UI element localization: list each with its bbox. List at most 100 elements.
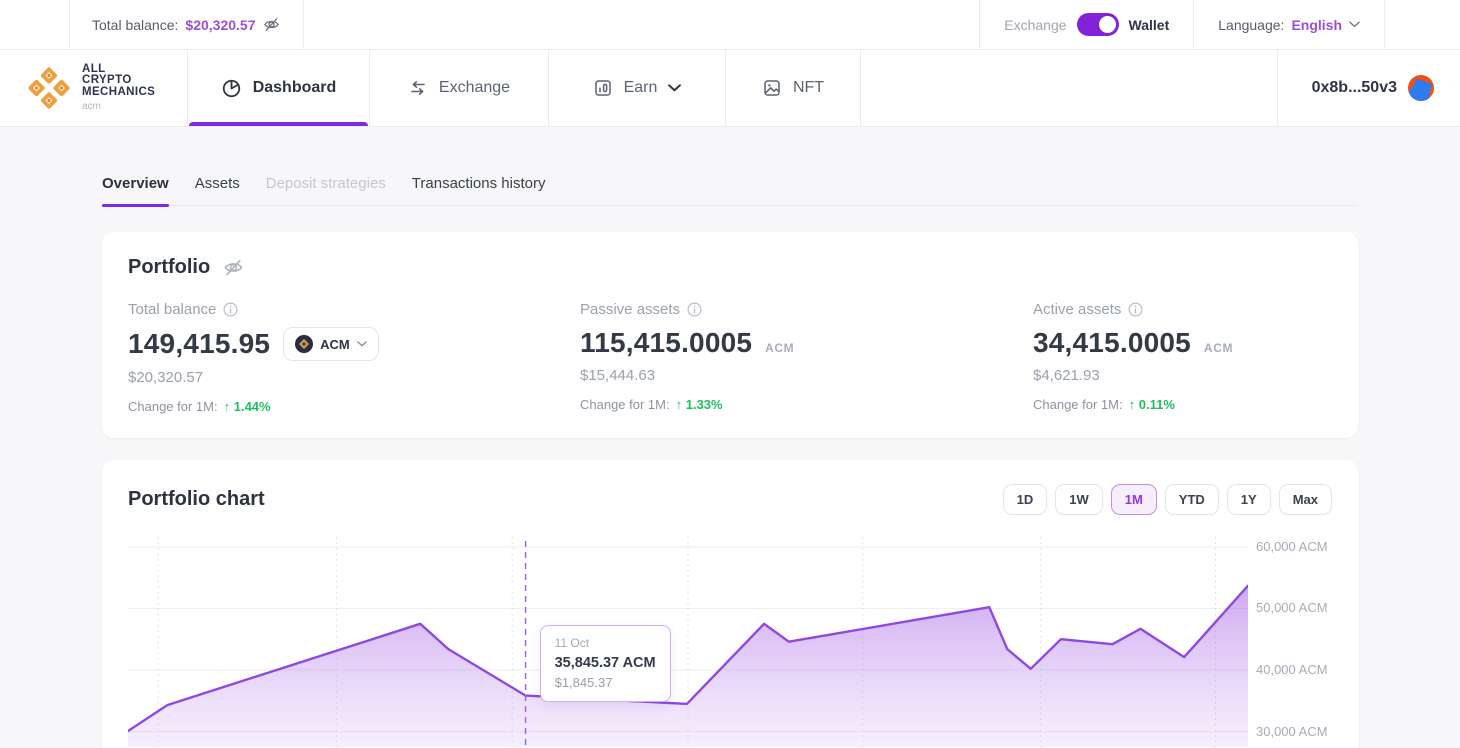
nft-image-icon (762, 78, 782, 98)
eye-off-icon[interactable] (262, 15, 281, 34)
swap-arrows-icon (408, 78, 428, 98)
total-balance-column: Total balance 149,415.95 ACM (128, 301, 580, 414)
column-label: Passive assets (580, 301, 680, 318)
y-axis-tick-label: 40,000 ACM (1256, 662, 1328, 677)
active-usd: $4,621.93 (1033, 367, 1332, 384)
portfolio-chart: 11 Oct 35,845.37 ACM $1,845.37 60,000 AC… (128, 537, 1332, 747)
language-value: English (1291, 17, 1342, 33)
toggle-exchange-label[interactable]: Exchange (1004, 17, 1066, 33)
tab-label: Deposit strategies (266, 175, 386, 192)
main-nav: ALL CRYPTO MECHANICS acm Dashboard Excha… (0, 50, 1460, 127)
brand-sub: acm (82, 101, 155, 112)
topbar-right-spacer (1385, 0, 1460, 49)
currency-selector-value: ACM (320, 337, 350, 352)
tab-label: Transactions history (412, 175, 546, 192)
eye-off-icon[interactable] (222, 256, 245, 279)
nav-item-dashboard[interactable]: Dashboard (188, 50, 370, 126)
chart-title: Portfolio chart (128, 488, 265, 511)
range-button-ytd[interactable]: YTD (1165, 484, 1219, 515)
range-button-1y[interactable]: 1Y (1227, 484, 1271, 515)
portfolio-chart-svg (128, 537, 1248, 747)
chart-plot-area[interactable]: 11 Oct 35,845.37 ACM $1,845.37 (128, 537, 1248, 747)
tooltip-date: 11 Oct (555, 636, 656, 650)
change-label: Change for 1M: (128, 399, 218, 414)
top-utility-bar: Total balance: $20,320.57 Exchange Walle… (0, 0, 1460, 50)
tooltip-acm-value: 35,845.37 ACM (555, 655, 656, 671)
topbar-total-balance: Total balance: $20,320.57 (70, 0, 304, 49)
earn-chart-icon (593, 78, 613, 98)
acm-token-icon (295, 335, 313, 353)
nav-item-label: Exchange (439, 79, 510, 97)
active-assets-column: Active assets 34,415.0005 ACM $4,621.93 … (1033, 301, 1332, 414)
nav-item-label: Earn (624, 79, 658, 97)
language-label: Language: (1218, 17, 1284, 33)
tab-transactions-history[interactable]: Transactions history (412, 175, 546, 205)
toggle-knob (1099, 16, 1116, 33)
tab-active-indicator (102, 204, 169, 207)
passive-usd: $15,444.63 (580, 367, 1033, 384)
unit-label: ACM (1204, 341, 1233, 355)
portfolio-chart-card: Portfolio chart 1D 1W 1M YTD 1Y Max 11 O… (102, 460, 1358, 748)
passive-amount: 115,415.0005 (580, 327, 752, 359)
y-axis-tick-label: 60,000 ACM (1256, 539, 1328, 554)
range-button-1m[interactable]: 1M (1111, 484, 1157, 515)
portfolio-card: Portfolio Total balance 149,415.95 (102, 232, 1358, 438)
nav-item-label: NFT (793, 79, 824, 97)
info-icon[interactable] (1128, 302, 1143, 317)
brand-line-3: MECHANICS (82, 87, 155, 99)
column-label: Active assets (1033, 301, 1121, 318)
topbar-left-spacer (0, 0, 70, 49)
avatar (1408, 75, 1434, 101)
nav-item-label: Dashboard (253, 79, 337, 97)
pie-chart-icon (221, 78, 242, 99)
info-icon[interactable] (223, 302, 238, 317)
info-icon[interactable] (687, 302, 702, 317)
range-button-max[interactable]: Max (1279, 484, 1332, 515)
active-amount: 34,415.0005 (1033, 327, 1191, 359)
chevron-down-icon (357, 341, 367, 347)
exchange-wallet-toggle[interactable] (1077, 13, 1119, 36)
chart-tooltip: 11 Oct 35,845.37 ACM $1,845.37 (540, 625, 671, 702)
range-button-1d[interactable]: 1D (1003, 484, 1048, 515)
nav-active-indicator (189, 122, 368, 126)
total-balance-value: $20,320.57 (185, 17, 255, 33)
brand-logo[interactable]: ALL CRYPTO MECHANICS acm (0, 50, 188, 126)
section-tabs: Overview Assets Deposit strategies Trans… (102, 175, 1358, 206)
balance-usd: $20,320.57 (128, 369, 580, 386)
tab-deposit-strategies[interactable]: Deposit strategies (266, 175, 386, 205)
tab-label: Overview (102, 175, 169, 192)
range-button-1w[interactable]: 1W (1055, 484, 1103, 515)
unit-label: ACM (765, 341, 794, 355)
chevron-down-icon (668, 84, 681, 92)
column-label: Total balance (128, 301, 216, 318)
main-content: Overview Assets Deposit strategies Trans… (0, 175, 1460, 748)
topbar-flex-spacer (304, 0, 979, 49)
change-label: Change for 1M: (1033, 397, 1123, 412)
change-value: 1.33% (676, 397, 723, 412)
change-value: 1.44% (224, 399, 271, 414)
nav-item-earn[interactable]: Earn (549, 50, 726, 126)
toggle-wallet-label[interactable]: Wallet (1129, 17, 1170, 33)
tab-label: Assets (195, 175, 240, 192)
y-axis-tick-label: 50,000 ACM (1256, 600, 1328, 615)
tooltip-usd-value: $1,845.37 (555, 675, 656, 690)
exchange-wallet-toggle-section: Exchange Wallet (979, 0, 1193, 49)
language-selector[interactable]: Language: English (1193, 0, 1385, 49)
chart-y-axis: 60,000 ACM 50,000 ACM 40,000 ACM 30,000 ACM (1248, 537, 1332, 747)
time-range-buttons: 1D 1W 1M YTD 1Y Max (1003, 484, 1332, 515)
wallet-account[interactable]: 0x8b...50v3 (1277, 50, 1460, 126)
tab-overview[interactable]: Overview (102, 175, 169, 205)
wallet-address: 0x8b...50v3 (1312, 79, 1397, 97)
tab-assets[interactable]: Assets (195, 175, 240, 205)
portfolio-title: Portfolio (128, 256, 210, 279)
balance-amount: 149,415.95 (128, 328, 270, 360)
currency-selector[interactable]: ACM (283, 327, 379, 361)
total-balance-label: Total balance: (92, 17, 178, 33)
nav-item-exchange[interactable]: Exchange (370, 50, 549, 126)
acm-logo-icon (26, 65, 72, 111)
brand-text: ALL CRYPTO MECHANICS acm (82, 64, 155, 113)
y-axis-tick-label: 30,000 ACM (1256, 724, 1328, 739)
passive-assets-column: Passive assets 115,415.0005 ACM $15,444.… (580, 301, 1033, 414)
nav-item-nft[interactable]: NFT (726, 50, 861, 126)
chevron-down-icon (1349, 21, 1360, 28)
